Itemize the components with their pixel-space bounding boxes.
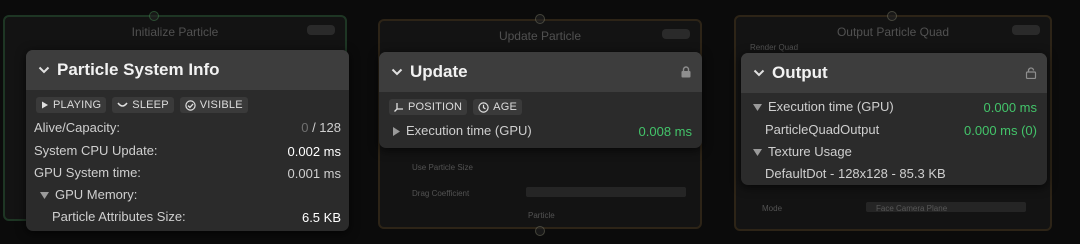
chevron-down-icon[interactable]: [388, 68, 406, 76]
cpu-update-value: 0.002 ms: [287, 144, 341, 159]
axis-icon: [394, 103, 403, 112]
bg-port-output-top: [887, 11, 897, 21]
chevron-down-icon[interactable]: [750, 69, 768, 77]
execution-time-label: Execution time (GPU): [406, 123, 532, 138]
bg-initialize-title: Initialize Particle: [131, 25, 219, 39]
position-chip[interactable]: POSITION: [389, 99, 468, 115]
age-chip[interactable]: AGE: [473, 99, 523, 115]
chevron-down-icon[interactable]: [35, 66, 53, 74]
bg-output-mode-value: Face Camera Plane: [876, 204, 948, 213]
playing-label: PLAYING: [53, 99, 102, 111]
panel-header[interactable]: Output: [741, 53, 1047, 93]
gpu-system-label: GPU System time:: [34, 165, 141, 180]
bg-port-init-top: [149, 11, 159, 21]
triangle-right-icon[interactable]: [393, 127, 400, 137]
panel-title: Particle System Info: [57, 60, 220, 79]
triangle-down-icon[interactable]: [753, 104, 762, 112]
sleep-icon: [117, 102, 128, 107]
execution-time-label: Execution time (GPU): [768, 99, 894, 114]
visible-label: VISIBLE: [199, 99, 243, 111]
execution-time-foldout[interactable]: Execution time (GPU): [753, 99, 894, 114]
bg-initialize-pill: [307, 25, 335, 35]
lock-icon[interactable]: [680, 66, 692, 78]
panel-title: Update: [410, 62, 468, 81]
bg-update-row1: Use Particle Size: [412, 163, 473, 172]
alive-capacity-label: Alive/Capacity:: [34, 120, 120, 135]
quad-output-value: 0.000 ms (0): [964, 123, 1037, 138]
cpu-update-label: System CPU Update:: [34, 143, 158, 158]
bg-output-sub: Render Quad: [750, 43, 799, 52]
execution-time-foldout[interactable]: Execution time (GPU): [393, 123, 532, 138]
triangle-down-icon[interactable]: [40, 192, 49, 200]
alive-capacity-value: 0 / 128: [301, 120, 341, 135]
position-label: POSITION: [408, 101, 463, 113]
gpu-system-value: 0.001 ms: [287, 166, 341, 181]
play-icon: [42, 101, 48, 109]
panel-header[interactable]: Particle System Info: [26, 50, 349, 90]
age-label: AGE: [493, 101, 518, 113]
bg-port-update-bottom: [535, 226, 545, 236]
gpu-memory-foldout[interactable]: GPU Memory:: [40, 187, 137, 202]
check-circle-icon: [185, 99, 196, 111]
unlock-icon[interactable]: [1025, 67, 1037, 79]
bg-update-title: Update Particle: [498, 29, 582, 43]
texture-usage-label: Texture Usage: [768, 144, 852, 159]
bg-output-mode: Mode: [762, 204, 783, 213]
bg-output-title: Output Particle Quad: [836, 25, 950, 39]
visible-chip[interactable]: VISIBLE: [179, 97, 248, 113]
attributes-size-value: 6.5 KB: [301, 210, 341, 225]
texture-usage-foldout[interactable]: Texture Usage: [753, 144, 852, 159]
panel-title: Output: [772, 63, 828, 82]
playing-chip[interactable]: PLAYING: [36, 97, 107, 113]
bg-update-pill: [662, 29, 690, 39]
texture-item: DefaultDot - 128x128 - 85.3 KB: [765, 166, 946, 181]
panel-header[interactable]: Update: [379, 52, 702, 92]
bg-update-row2: Drag Coefficient: [412, 189, 470, 198]
bg-output-pill: [1012, 25, 1040, 35]
update-panel: Update POSITION AGE Execution time (GPU)…: [379, 52, 702, 148]
execution-time-value: 0.000 ms: [983, 100, 1037, 115]
sleep-chip[interactable]: SLEEP: [112, 97, 174, 113]
bg-update-field: [526, 187, 686, 197]
particle-system-info-panel: Particle System Info PLAYING SLEEP VISIB…: [26, 50, 349, 231]
bg-update-footer: Particle: [528, 211, 555, 220]
triangle-down-icon[interactable]: [753, 149, 762, 157]
quad-output-label: ParticleQuadOutput: [765, 122, 880, 137]
output-panel: Output Execution time (GPU) 0.000 ms Par…: [741, 53, 1047, 185]
capacity-value: / 128: [312, 120, 341, 135]
alive-value: 0: [301, 120, 309, 135]
bg-port-update-top: [535, 14, 545, 24]
attributes-size-label: Particle Attributes Size:: [52, 209, 186, 224]
execution-time-value: 0.008 ms: [638, 124, 692, 139]
sleep-label: SLEEP: [132, 99, 169, 111]
clock-icon: [478, 101, 489, 113]
gpu-memory-label: GPU Memory:: [55, 187, 138, 202]
